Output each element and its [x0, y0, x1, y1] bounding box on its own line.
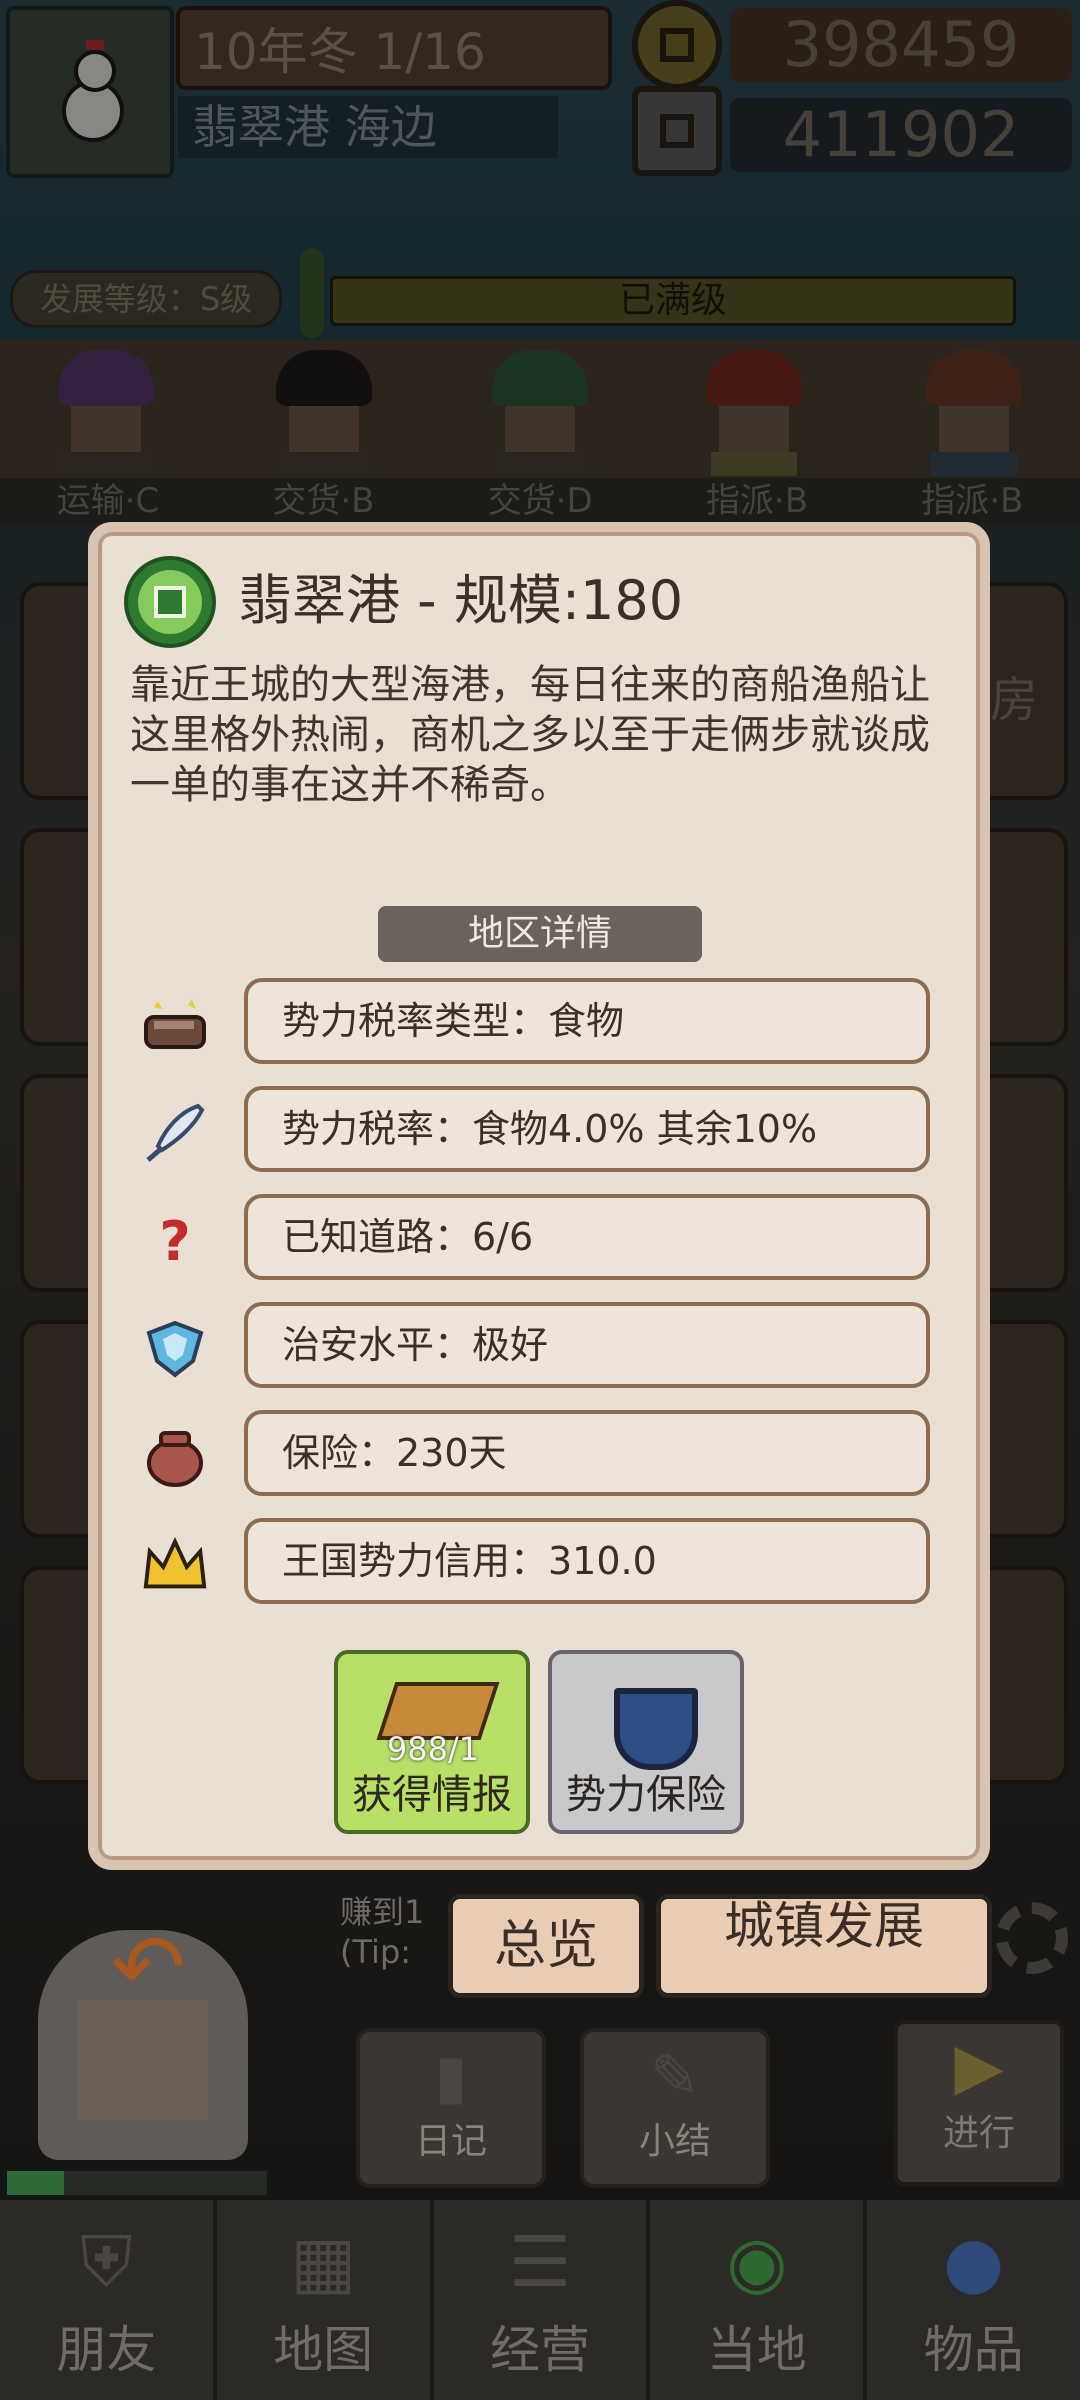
- tab-label: 当地: [706, 2321, 807, 2379]
- proceed-label: 进行: [942, 2113, 1015, 2154]
- earnings-text: 赚到1: [340, 1893, 425, 1931]
- region-description: 靠近王城的大型海港，每日往来的商船渔船让这里格外热闹，商机之多以至于走俩步就谈成…: [130, 662, 930, 808]
- faction-insurance-label: 势力保险: [566, 1772, 726, 1818]
- question-mark-icon: ?: [159, 1209, 191, 1273]
- book-icon: ▮: [434, 2042, 468, 2112]
- gear-icon[interactable]: [996, 1902, 1068, 1974]
- tab-local[interactable]: ◉ 当地: [650, 2200, 868, 2400]
- tax-type-field: 势力税率类型：食物: [244, 978, 930, 1064]
- bag-icon: ●: [943, 2221, 1005, 2303]
- kingdom-credit-field: 王国势力信用：310.0: [244, 1518, 930, 1604]
- experience-bar: [4, 2168, 270, 2198]
- tab-map[interactable]: ▦ 地图: [217, 2200, 434, 2400]
- diary-label: 日记: [414, 2121, 487, 2162]
- play-icon: ▶: [954, 2030, 1004, 2104]
- map-icon: ▦: [290, 2221, 357, 2303]
- tab-business[interactable]: ☰ 经营: [434, 2200, 651, 2400]
- quill-icon: ✎: [649, 2042, 701, 2112]
- bottom-tab-bar: ⛨ 朋友 ▦ 地图 ☰ 经营 ◉ 当地 ● 物品: [0, 2200, 1080, 2400]
- security-level-field: 治安水平：极好: [244, 1302, 930, 1388]
- tab-label: 地图: [273, 2321, 374, 2379]
- tab-friends[interactable]: ⛨ 朋友: [0, 2200, 217, 2400]
- faction-insurance-button[interactable]: 势力保险: [548, 1650, 744, 1834]
- earnings-hint: 赚到1 (Tip:: [340, 1892, 424, 1972]
- tab-label: 物品: [923, 2321, 1024, 2379]
- pot-icon: [140, 1422, 210, 1492]
- coin-stack-icon: ☰: [508, 2221, 572, 2303]
- insurance-days-field: 保险：230天: [244, 1410, 930, 1496]
- shield-icon: [614, 1688, 698, 1770]
- section-header: 地区详情: [378, 906, 702, 962]
- town-development-button[interactable]: 城镇发展: [656, 1894, 992, 1998]
- get-intel-label: 获得情报: [352, 1772, 512, 1818]
- tip-text: (Tip:: [340, 1933, 412, 1971]
- tab-label: 经营: [489, 2321, 590, 2379]
- summary-button[interactable]: ✎ 小结: [580, 2028, 770, 2188]
- undo-arrow-icon[interactable]: ↶: [100, 1920, 196, 2016]
- dialog-title: 翡翠港 - 规模:180: [238, 569, 684, 632]
- shield-icon: ⛨: [80, 2221, 133, 2303]
- crown-icon: [140, 1530, 210, 1600]
- overview-button[interactable]: 总览: [448, 1894, 644, 1998]
- proceed-button[interactable]: ▶ 进行: [894, 2020, 1064, 2186]
- bread-icon: [140, 990, 210, 1060]
- known-roads-field: 已知道路：6/6: [244, 1194, 930, 1280]
- gem-shield-icon: [140, 1314, 210, 1384]
- get-intel-button[interactable]: 988/1 获得情报: [334, 1650, 530, 1834]
- diary-button[interactable]: ▮ 日记: [356, 2028, 546, 2188]
- tax-rate-field: 势力税率：食物4.0% 其余10%: [244, 1086, 930, 1172]
- emerald-port-icon: [124, 556, 216, 648]
- summary-label: 小结: [638, 2121, 711, 2162]
- quill-icon: [140, 1098, 210, 1168]
- tab-label: 朋友: [56, 2321, 157, 2379]
- emerald-icon: ◉: [726, 2221, 788, 2303]
- tab-items[interactable]: ● 物品: [867, 2200, 1080, 2400]
